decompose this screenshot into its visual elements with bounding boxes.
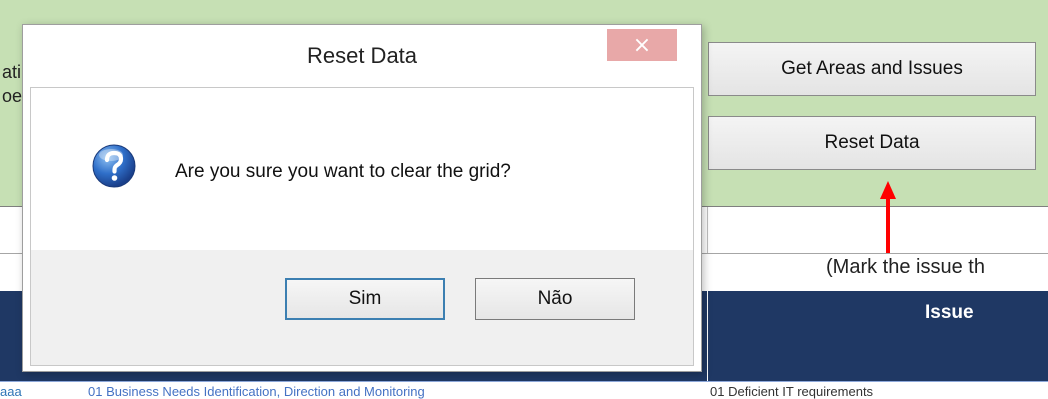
cut-off-label-1: ati — [2, 62, 22, 82]
arrow-shaft — [886, 197, 890, 253]
arrow-up-icon — [880, 181, 896, 199]
close-icon[interactable]: × — [607, 29, 677, 61]
yes-button[interactable]: Sim — [285, 278, 445, 320]
question-icon — [91, 143, 137, 189]
no-button[interactable]: Não — [475, 278, 635, 320]
row-id-cell[interactable]: aaa — [0, 384, 22, 399]
issue-column-header: Issue — [925, 302, 974, 323]
cut-off-label-2: oe — [2, 86, 23, 106]
issue-cell[interactable]: 01 Deficient IT requirements — [710, 384, 873, 399]
dialog-message: Are you sure you want to clear the grid? — [175, 161, 511, 182]
header-divider — [707, 291, 708, 381]
area-cell[interactable]: 01 Business Needs Identification, Direct… — [88, 384, 425, 399]
get-areas-and-issues-button[interactable]: Get Areas and Issues — [708, 42, 1036, 96]
mark-issue-note: (Mark the issue th — [826, 256, 985, 278]
cell-divider — [707, 207, 708, 254]
dialog-title: Reset Data — [306, 43, 418, 68]
reset-data-dialog: Reset Data × Are you sure you want to cl… — [22, 24, 702, 372]
reset-data-button[interactable]: Reset Data — [708, 116, 1036, 170]
